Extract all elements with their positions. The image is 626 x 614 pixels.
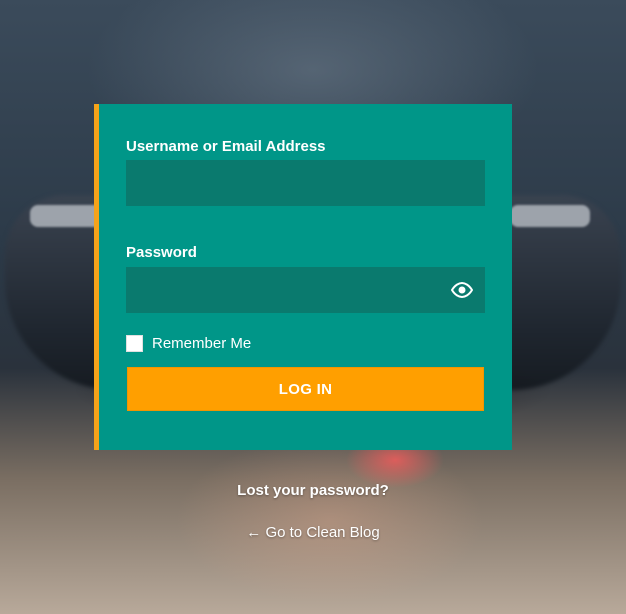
remember-me-checkbox[interactable] [126, 335, 143, 352]
username-label: Username or Email Address [126, 138, 326, 155]
login-button[interactable]: LOG IN [127, 367, 484, 411]
back-to-site-link[interactable]: ← Go to Clean Blog [0, 524, 626, 541]
show-password-button[interactable] [449, 279, 475, 301]
background-controller-button-right [510, 205, 590, 227]
password-label: Password [126, 244, 197, 261]
remember-me: Remember Me [126, 335, 251, 352]
password-input[interactable] [126, 267, 485, 313]
username-input[interactable] [126, 160, 485, 206]
lost-password-link[interactable]: Lost your password? [0, 482, 626, 499]
remember-me-label[interactable]: Remember Me [152, 335, 251, 352]
login-form: Username or Email Address Password Remem… [94, 104, 512, 450]
eye-icon [451, 282, 473, 298]
